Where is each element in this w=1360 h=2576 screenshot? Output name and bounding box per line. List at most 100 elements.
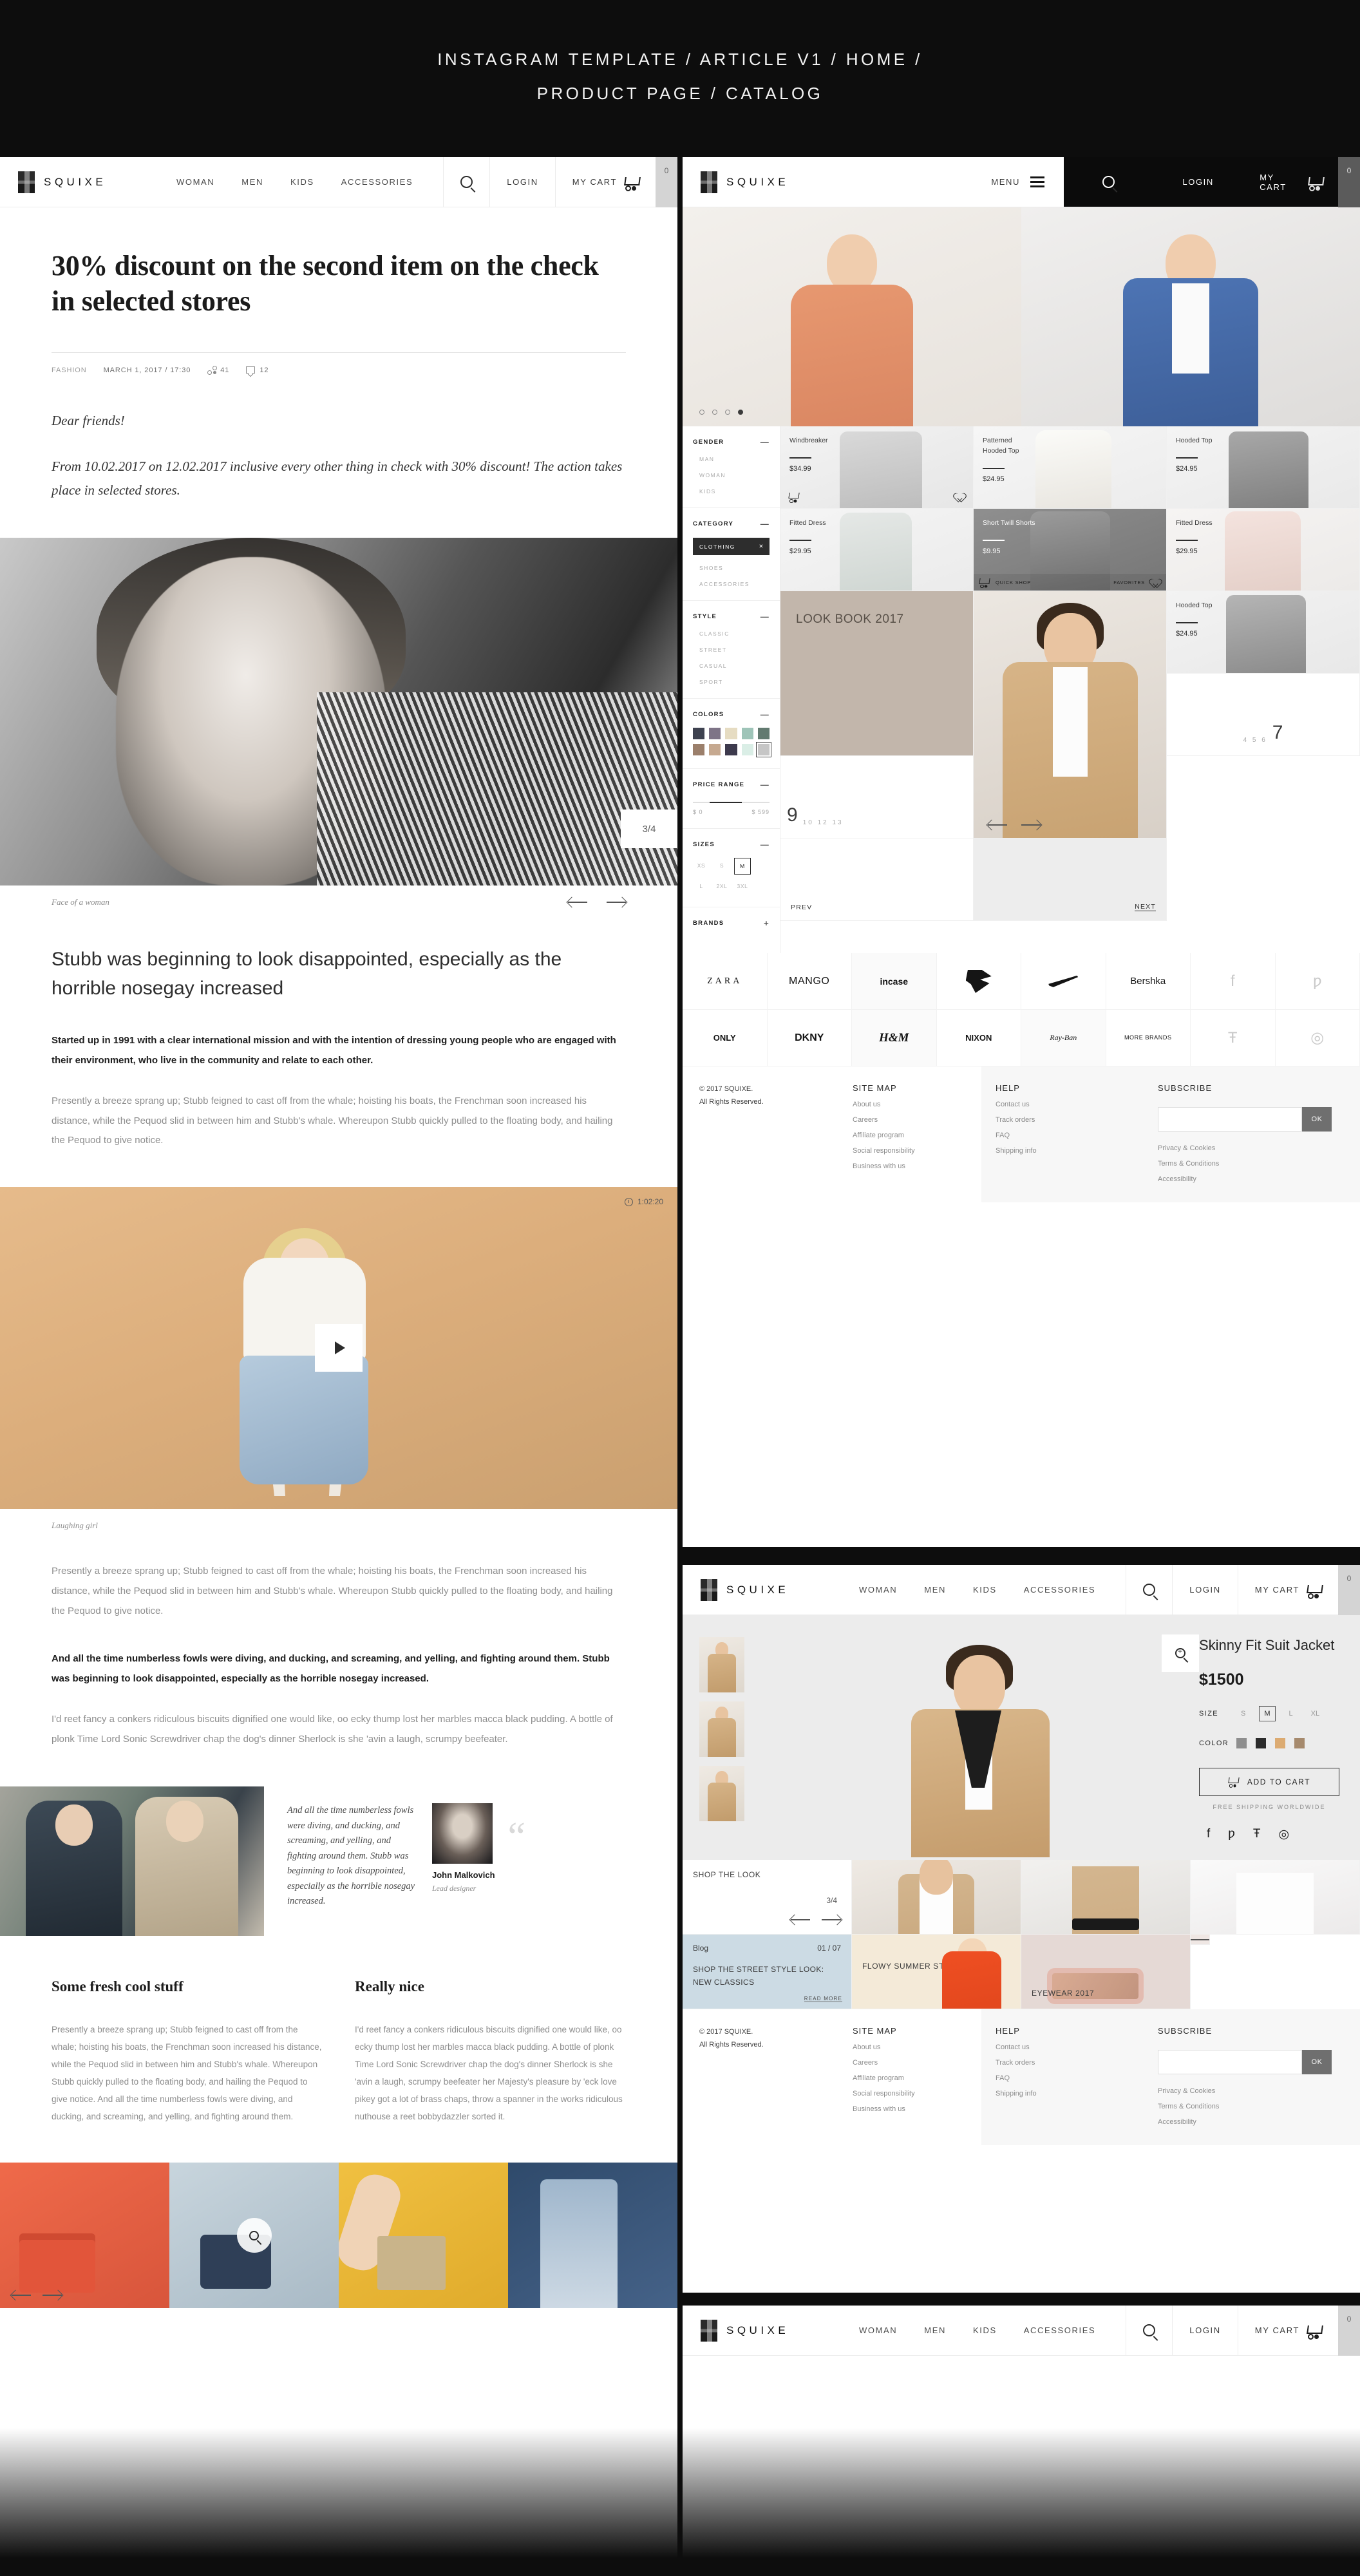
brand-new-era[interactable] [936,953,1021,1010]
subscribe-ok-button[interactable]: OK [1302,1107,1332,1132]
size-option-s[interactable]: S [1236,1707,1250,1721]
slider-dot[interactable] [699,410,704,415]
favorite-heart-icon[interactable] [954,492,965,502]
color-swatch-grid[interactable] [693,728,772,758]
catalog-brand-logo[interactable]: SQUIXE [683,157,831,207]
sitemap-link-careers[interactable]: Careers [853,1116,981,1124]
product-card-patterned-hooded-top[interactable]: Patterned Hooded Top $24.95 [974,426,1167,509]
pagination-next-button[interactable]: NEXT [974,838,1167,921]
login-button[interactable]: LOGIN [1172,2306,1237,2355]
blog-read-more-link[interactable]: READ MORE [804,1996,842,2002]
size-filter-xs[interactable]: XS [693,858,710,875]
size-filter-3xl[interactable]: 3XL [734,878,751,894]
color-option-2[interactable] [1256,1738,1266,1748]
filter-option-street[interactable]: STREET [693,647,770,653]
pagination-prev-button[interactable]: PREV [780,838,974,921]
brand-bershka[interactable]: Bershka [1106,953,1191,1010]
subscribe-form[interactable]: OK [1158,2050,1332,2074]
color-swatch-8[interactable] [725,744,737,756]
sitemap-link-about[interactable]: About us [853,2043,981,2051]
legal-privacy[interactable]: Privacy & Cookies [1158,2087,1360,2095]
article-video-block[interactable]: 1:02:20 [0,1187,677,1510]
legal-accessibility[interactable]: Accessibility [1158,1175,1360,1183]
filter-header-brands[interactable]: BRANDS + [693,919,770,927]
filter-option-classic[interactable]: CLASSIC [693,630,770,637]
color-selector[interactable]: COLOR [1199,1738,1343,1748]
catalog-hero-slider[interactable] [683,207,1360,426]
favorites-heart-icon[interactable] [1150,578,1161,587]
nav-item-men[interactable]: MEN [924,1585,946,1595]
size-filter-m[interactable]: M [734,858,751,875]
product-card-hooded-top[interactable]: Hooded Top $24.95 [1167,426,1360,509]
color-swatch-5[interactable] [757,728,770,740]
color-swatch-4[interactable] [741,728,753,740]
price-range-slider[interactable]: $ 0 $ 599 [693,802,770,815]
legal-terms[interactable]: Terms & Conditions [1158,1160,1360,1168]
filter-header-style[interactable]: STYLE — [693,612,770,621]
nav-item-kids[interactable]: KIDS [290,177,314,187]
social-facebook[interactable]: f [1191,953,1276,1010]
slider-dot[interactable] [712,410,717,415]
color-option-1[interactable] [1236,1738,1247,1748]
product-thumbnail-2[interactable] [699,1701,744,1757]
subscribe-ok-button[interactable]: OK [1302,2050,1332,2074]
size-filter-l[interactable]: L [693,878,710,894]
nav-item-kids[interactable]: KIDS [973,1585,997,1595]
quick-shop-cart-icon[interactable] [979,578,990,588]
filter-option-clothing-selected[interactable]: CLOTHING ✕ [693,538,770,555]
color-swatch-9[interactable] [741,744,753,756]
brand-logo[interactable]: SQUIXE [0,157,148,207]
nav-item-accessories[interactable]: ACCESSORIES [1024,2325,1096,2335]
brand-zara[interactable]: ZARA [683,953,768,1010]
login-button[interactable]: LOGIN [489,157,554,207]
filter-header-colors[interactable]: COLORS — [693,710,770,719]
brand-rayban[interactable]: Ray-Ban [1021,1010,1106,1067]
product-main-image[interactable] [759,1615,1199,1860]
sitemap-link-business[interactable]: Business with us [853,1162,981,1170]
pagination-next-numbers[interactable]: 10 12 13 [803,819,844,826]
slider-dot[interactable] [725,410,730,415]
tile-bag-yellow[interactable] [339,2163,508,2309]
product-card-fitted-dress-1[interactable]: Fitted Dress $29.95 [780,509,974,591]
color-swatch-7[interactable] [709,744,721,756]
look-image-vest[interactable] [852,1860,1021,1935]
stub-brand-logo[interactable]: SQUIXE [683,2306,831,2355]
help-link-track[interactable]: Track orders [996,1116,1151,1124]
slider-dot-active[interactable] [738,410,743,415]
product-thumbnail-1[interactable] [699,1637,744,1692]
brand-hm[interactable]: H&M [852,1010,937,1067]
help-link-faq[interactable]: FAQ [996,1132,1151,1139]
look-next-arrow-icon[interactable] [822,1915,841,1925]
hero-slider-dots[interactable] [699,410,743,415]
tile-next-arrow-icon[interactable] [42,2290,62,2300]
help-link-track[interactable]: Track orders [996,2059,1151,2067]
size-filter-list[interactable]: XS S M L 2XL 3XL [693,858,770,894]
brand-dkny[interactable]: DKNY [767,1010,852,1067]
latest-arrivals-banner[interactable]: LATEST ARRIVALS [1191,1935,1210,1945]
featured-big-image[interactable] [974,591,1167,838]
size-option-xl[interactable]: XL [1307,1707,1324,1721]
search-button[interactable] [1126,1565,1172,1615]
color-swatch-2[interactable] [709,728,721,740]
color-option-3[interactable] [1275,1738,1285,1748]
lookbook-banner[interactable]: LOOK BOOK 2017 [780,591,974,756]
size-filter-s[interactable]: S [713,858,730,875]
cart-button[interactable]: MY CART [1237,1565,1338,1615]
help-link-contact[interactable]: Contact us [996,1101,1151,1108]
help-link-faq[interactable]: FAQ [996,2074,1151,2082]
tile-zoom-button[interactable] [236,2218,272,2253]
nav-item-kids[interactable]: KIDS [973,2325,997,2335]
sitemap-link-business[interactable]: Business with us [853,2105,981,2113]
share-count[interactable]: 41 [207,366,229,375]
pagination-next-group[interactable]: 9 10 12 13 [780,756,974,838]
slider-next-arrow-icon[interactable] [607,897,626,907]
tile-bag-blue[interactable] [169,2163,339,2309]
size-filter-2xl[interactable]: 2XL [713,878,730,894]
filter-header-gender[interactable]: GENDER — [693,438,770,446]
filter-option-woman[interactable]: WOMAN [693,472,770,478]
product-card-windbreaker[interactable]: Windbreaker $34.99 [780,426,974,509]
product-card-fitted-dress-2[interactable]: Fitted Dress $29.95 [1167,509,1360,591]
login-button[interactable]: LOGIN [1172,1565,1237,1615]
color-option-4[interactable] [1294,1738,1305,1748]
look-prev-arrow-icon[interactable] [791,1915,810,1925]
